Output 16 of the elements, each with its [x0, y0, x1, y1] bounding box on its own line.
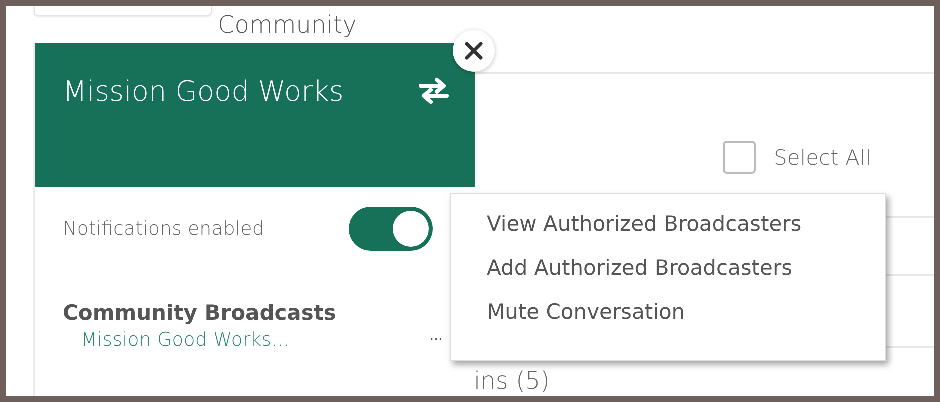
page-heading: Community — [218, 10, 357, 40]
select-all-label: Select All — [774, 146, 872, 170]
conversation-link[interactable]: Mission Good Works... — [81, 329, 290, 351]
notifications-label: Notifications enabled — [63, 218, 264, 240]
close-button[interactable] — [453, 30, 495, 72]
menu-item[interactable]: Mute Conversation — [487, 300, 885, 324]
notifications-toggle[interactable] — [349, 207, 433, 251]
close-icon — [464, 41, 484, 61]
panel-title: Mission Good Works — [63, 75, 344, 108]
section-title: Community Broadcasts — [63, 301, 338, 325]
swap-icon[interactable] — [419, 77, 449, 105]
section-label: ins (5) — [474, 366, 550, 396]
menu-item[interactable]: View Authorized Broadcasters — [487, 212, 885, 236]
menu-item[interactable]: Add Authorized Broadcasters — [487, 256, 885, 280]
select-all-checkbox[interactable] — [723, 141, 756, 174]
more-button[interactable]: ... — [426, 327, 447, 345]
